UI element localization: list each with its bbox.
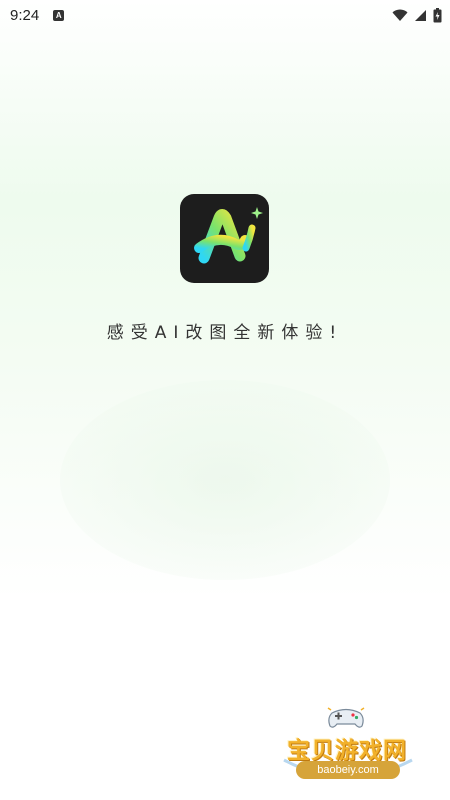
status-bar-right: [392, 7, 442, 23]
status-time: 9:24: [10, 6, 40, 24]
app-notification-icon: A: [53, 9, 65, 21]
status-bar: 9:24 A: [0, 0, 450, 30]
signal-icon: [414, 9, 427, 22]
gamepad-icon: [326, 704, 366, 730]
splash-tagline: 感受AI改图全新体验!: [106, 323, 344, 343]
background-glow: [60, 380, 390, 580]
battery-icon: [433, 7, 442, 23]
watermark: 宝贝游戏网 baobeiy.com: [268, 700, 428, 800]
status-bar-left: 9:24 A: [10, 6, 65, 24]
wifi-icon: [392, 9, 408, 22]
watermark-ribbon: baobeiy.com: [278, 758, 418, 792]
ai-logo-icon: [180, 194, 269, 283]
watermark-url: baobeiy.com: [296, 761, 400, 779]
